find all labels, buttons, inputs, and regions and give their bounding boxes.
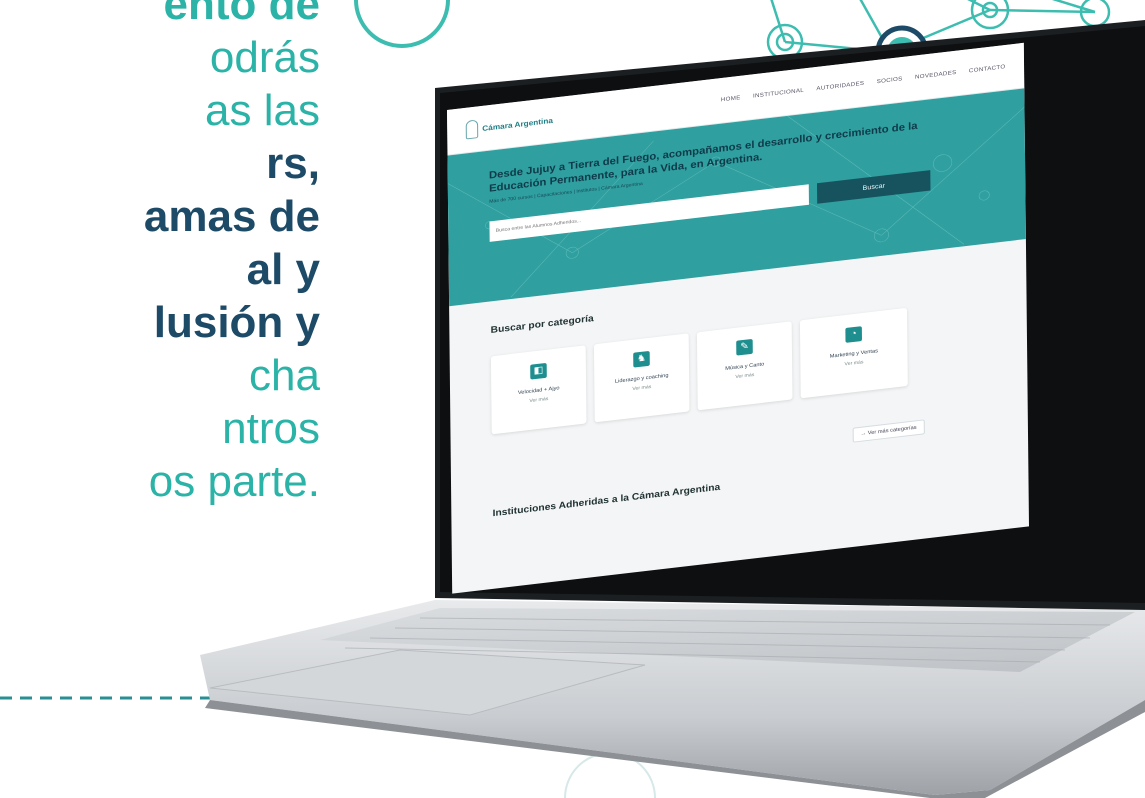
chess-icon: ♞ <box>633 350 650 368</box>
category-card[interactable]: ♞ Liderazgo y coaching Ver más <box>593 333 690 423</box>
pie-chart-icon: ◔ <box>845 326 862 343</box>
category-more-link[interactable]: Ver más <box>632 384 651 392</box>
site-logo[interactable]: Cámara Argentina <box>465 111 553 140</box>
category-more-link[interactable]: Ver más <box>735 372 754 380</box>
building-icon: ◧ <box>530 362 547 380</box>
category-label: Marketing y Ventas <box>829 348 879 360</box>
logo-mark-icon <box>465 119 479 140</box>
category-label: Liderazgo y coaching <box>614 372 669 385</box>
category-card[interactable]: ◔ Marketing y Ventas Ver más <box>799 307 908 399</box>
nav-item-contacto[interactable]: CONTACTO <box>969 64 1006 74</box>
nav-item-socios[interactable]: SOCIOS <box>877 76 903 85</box>
category-card[interactable]: ✎ Música y Canto Ver más <box>696 321 793 411</box>
category-card[interactable]: ◧ Velocidad + Ajyo Ver más <box>490 345 587 435</box>
nav-item-novedades[interactable]: NOVEDADES <box>915 70 957 80</box>
category-more-link[interactable]: Ver más <box>529 396 548 404</box>
nav-item-institucional[interactable]: INSTITUCIONAL <box>753 88 804 100</box>
logo-text: Cámara Argentina <box>482 115 553 133</box>
category-more-link[interactable]: Ver más <box>845 359 864 367</box>
nav-item-home[interactable]: HOME <box>721 95 741 103</box>
nav-item-autoridades[interactable]: AUTORIDADES <box>816 81 864 92</box>
category-label: Música y Canto <box>725 361 765 372</box>
category-label: Velocidad + Ajyo <box>517 385 560 396</box>
website-screen: Cámara Argentina HOME INSTITUCIONAL AUTORI… <box>447 42 1029 594</box>
microphone-icon: ✎ <box>736 338 753 356</box>
